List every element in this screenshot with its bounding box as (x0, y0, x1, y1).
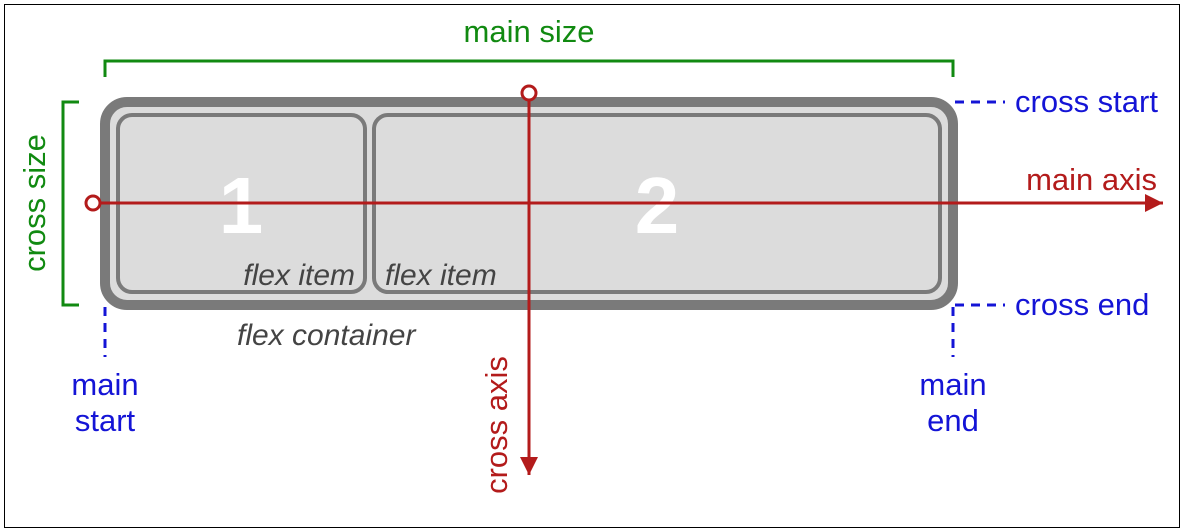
cross-size-bracket: cross size (17, 102, 79, 305)
cross-start-label: cross start (1015, 84, 1158, 119)
item1-number: 1 (219, 161, 264, 250)
main-axis-label: main axis (1026, 162, 1157, 197)
cross-axis-label: cross axis (479, 356, 514, 494)
main-start-label-2: start (75, 403, 136, 438)
main-end-label-2: end (927, 403, 979, 438)
cross-size-label: cross size (17, 134, 52, 272)
cross-end-label: cross end (1015, 287, 1149, 322)
flexbox-diagram: main size cross size 1 2 flex item flex … (5, 5, 1179, 527)
main-end-label-1: main (919, 367, 986, 402)
flex-item-label-1: flex item (243, 259, 355, 292)
main-end-marker: main end (919, 307, 986, 438)
flex-item-label-2: flex item (385, 259, 497, 292)
main-start-marker: main start (71, 307, 138, 438)
main-start-label-1: main (71, 367, 138, 402)
cross-end-marker: cross end (955, 287, 1149, 322)
flex-container-label: flex container (237, 319, 416, 352)
item2-number: 2 (635, 161, 680, 250)
diagram-frame: main size cross size 1 2 flex item flex … (4, 4, 1180, 528)
main-size-bracket: main size (105, 14, 953, 77)
cross-start-marker: cross start (955, 84, 1158, 119)
main-size-label: main size (464, 14, 595, 49)
